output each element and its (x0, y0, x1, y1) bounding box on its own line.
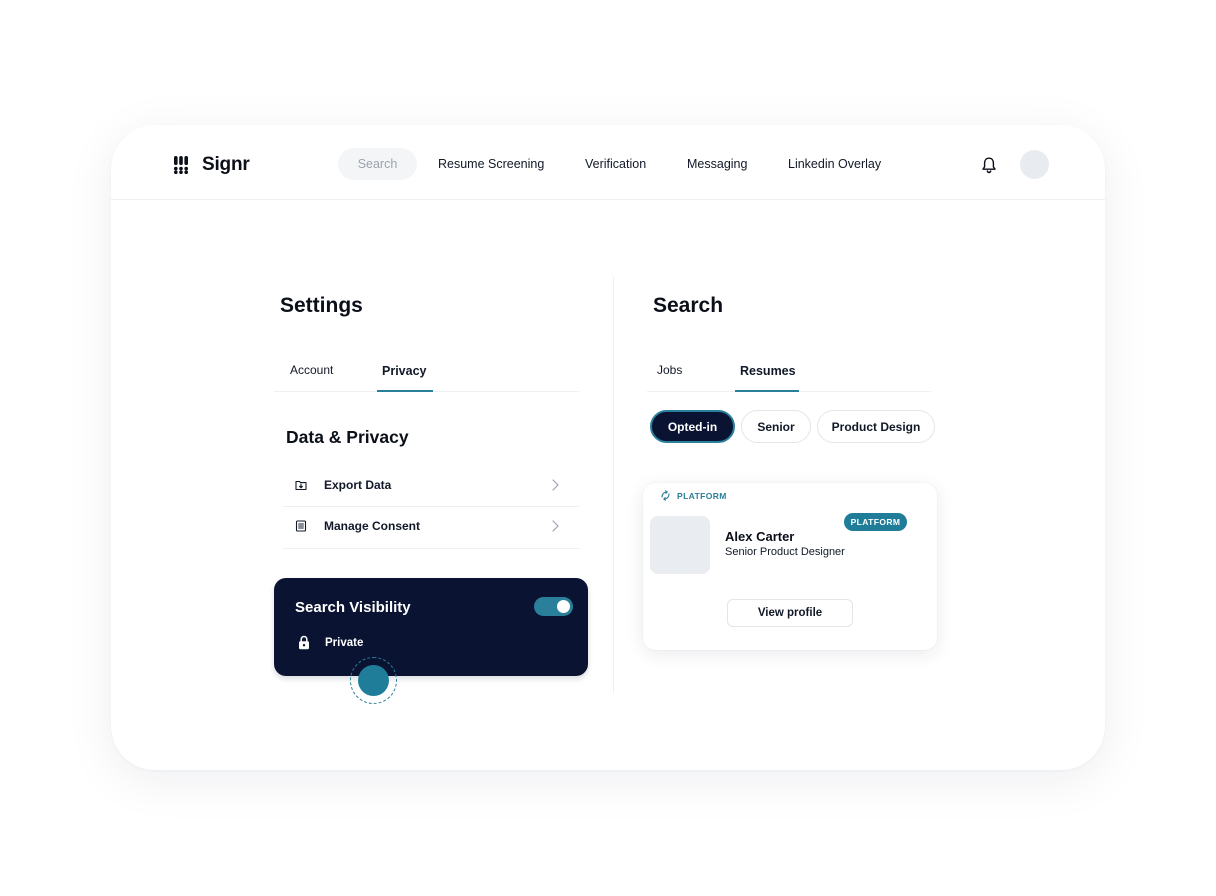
tab-privacy[interactable]: Privacy (382, 364, 426, 378)
search-visibility-toggle[interactable] (534, 597, 573, 616)
manage-consent-icon (295, 519, 307, 532)
manage-consent-row[interactable]: Manage Consent (283, 505, 579, 546)
settings-title: Settings (280, 294, 363, 317)
brand-name: Signr (202, 154, 250, 175)
platform-icon (661, 490, 670, 501)
signr-logo-icon (174, 156, 188, 174)
export-data-icon (295, 480, 307, 490)
privacy-tab-indicator (377, 390, 433, 392)
visibility-status: Private (325, 637, 364, 649)
chevron-right-icon (552, 479, 559, 491)
nav-item-verification[interactable]: Verification (585, 157, 646, 171)
toggle-knob (557, 600, 570, 613)
profile-thumbnail (650, 516, 710, 574)
search-visibility-card: Search Visibility Private (274, 578, 588, 676)
tab-account[interactable]: Account (290, 363, 333, 377)
resume-result-card[interactable]: PLATFORM PLATFORM Alex Carter Senior Pro… (643, 483, 937, 650)
candidate-name: Alex Carter (725, 529, 795, 544)
data-privacy-heading: Data & Privacy (286, 427, 409, 447)
platform-badge: PLATFORM (844, 513, 907, 531)
user-avatar[interactable] (1020, 150, 1049, 179)
tab-jobs[interactable]: Jobs (657, 363, 682, 377)
search-title: Search (653, 294, 724, 317)
filter-chip-opted-in[interactable]: Opted-in (650, 410, 735, 443)
result-source: PLATFORM (660, 490, 727, 501)
app-window: Signr Search Resume Screening Verificati… (111, 125, 1105, 770)
result-source-label: PLATFORM (677, 490, 727, 501)
tab-resumes[interactable]: Resumes (740, 364, 796, 378)
nav-item-linkedin-overlay[interactable]: Linkedin Overlay (788, 157, 881, 171)
view-profile-button[interactable]: View profile (727, 599, 853, 627)
top-navbar: Signr Search Resume Screening Verificati… (111, 125, 1105, 200)
filter-chip-product-design[interactable]: Product Design (817, 410, 935, 443)
manage-consent-label: Manage Consent (324, 518, 421, 533)
chevron-right-icon (552, 520, 559, 532)
search-visibility-title: Search Visibility (295, 599, 411, 616)
nav-item-resume-screening[interactable]: Resume Screening (438, 157, 544, 171)
export-data-row[interactable]: Export Data (283, 464, 579, 505)
lock-icon (299, 635, 309, 650)
bell-icon[interactable] (981, 156, 997, 174)
nav-search-button[interactable]: Search (338, 148, 417, 180)
filter-chip-senior[interactable]: Senior (741, 410, 811, 443)
nav-item-messaging[interactable]: Messaging (687, 157, 747, 171)
candidate-role: Senior Product Designer (725, 546, 845, 558)
export-data-label: Export Data (324, 477, 392, 492)
resumes-tab-indicator (735, 390, 799, 392)
drag-handle[interactable] (358, 665, 389, 696)
column-divider (613, 277, 614, 693)
row-divider (283, 548, 579, 549)
brand-logo[interactable]: Signr (174, 154, 250, 176)
